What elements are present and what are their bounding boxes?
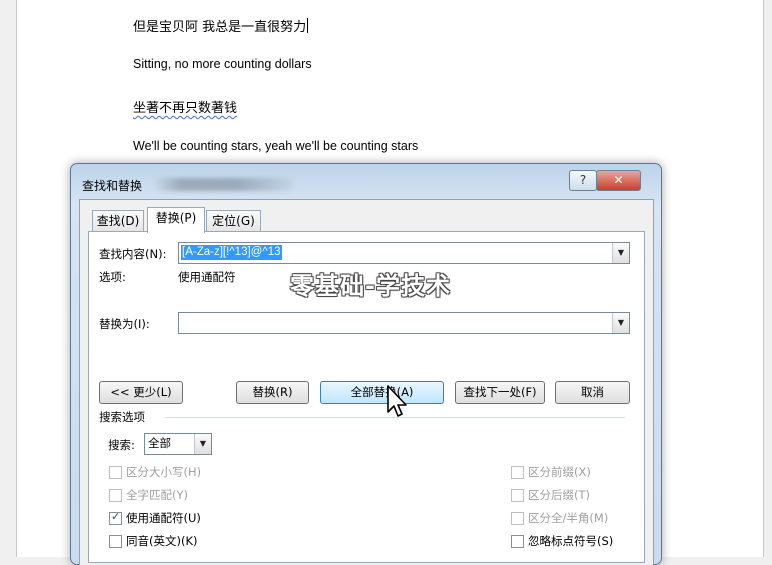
dialog-title: 查找和替换: [82, 179, 143, 193]
help-button[interactable]: ?: [569, 170, 597, 191]
match-width-checkbox[interactable]: [511, 512, 524, 525]
text-caret: [307, 18, 309, 33]
doc-line-4[interactable]: We'll be counting stars, yeah we'll be c…: [133, 139, 418, 153]
cancel-button[interactable]: 取消: [555, 381, 630, 404]
replace-all-button[interactable]: 全部替换(A): [320, 381, 444, 404]
dialog-client-area: 查找(D) 替换(P) 定位(G) 查找内容(N): [A-Za-z][!^13…: [79, 199, 654, 565]
options-value: 使用通配符: [178, 270, 236, 284]
chevron-down-icon[interactable]: ▼: [612, 243, 629, 263]
match-prefix-checkbox[interactable]: [511, 466, 524, 479]
find-replace-dialog: 查找和替换 ? ✕ 查找(D) 替换(P) 定位(G) 查找内容(N): [A-…: [70, 163, 662, 565]
find-what-combo[interactable]: [A-Za-z][!^13]@^13 ▼: [178, 242, 630, 264]
replace-with-combo[interactable]: ▼: [178, 312, 630, 334]
less-button[interactable]: << 更少(L): [99, 381, 183, 404]
chevron-down-icon[interactable]: ▼: [612, 313, 629, 333]
match-width-label: 区分全/半角(M): [528, 511, 609, 525]
doc-line-1[interactable]: 但是宝贝阿 我总是一直很努力: [133, 16, 309, 35]
blurred-title-region: [153, 178, 293, 191]
whole-word-checkbox[interactable]: [109, 489, 122, 502]
doc-line-3-text: 坐著不再只数著钱: [133, 101, 238, 116]
find-next-button[interactable]: 查找下一处(F): [455, 381, 545, 404]
doc-line-1-text: 但是宝贝阿 我总是一直很努力: [133, 20, 307, 35]
sounds-like-checkbox[interactable]: [109, 535, 122, 548]
chevron-down-icon[interactable]: ▼: [194, 434, 211, 454]
tab-replace[interactable]: 替换(P): [147, 207, 205, 233]
match-suffix-checkbox[interactable]: [511, 489, 524, 502]
match-case-label: 区分大小写(H): [126, 465, 202, 479]
tab-find[interactable]: 查找(D): [92, 210, 144, 232]
match-suffix-label: 区分后缀(T): [528, 488, 590, 502]
use-wildcards-checkbox[interactable]: ✓: [109, 510, 122, 525]
ignore-punctuation-label: 忽略标点符号(S): [528, 534, 614, 548]
replace-with-value[interactable]: [181, 315, 183, 330]
find-what-label: 查找内容(N):: [99, 247, 167, 261]
search-direction-select[interactable]: 全部 ▼: [144, 433, 212, 455]
search-direction-value: 全部: [148, 436, 171, 450]
search-options-title: 搜索选项: [99, 410, 145, 424]
whole-word-label: 全字匹配(Y): [126, 488, 188, 502]
ignore-punctuation-checkbox[interactable]: [511, 535, 524, 548]
dialog-titlebar[interactable]: 查找和替换 ? ✕: [71, 164, 661, 196]
sounds-like-label: 同音(英文)(K): [126, 534, 198, 548]
tab-goto[interactable]: 定位(G): [206, 210, 261, 232]
match-case-checkbox[interactable]: [109, 466, 122, 479]
close-button[interactable]: ✕: [596, 170, 641, 191]
mouse-pointer-icon: [387, 385, 407, 417]
checkmark-icon: ✓: [111, 510, 121, 523]
doc-line-3[interactable]: 坐著不再只数著钱: [133, 97, 237, 116]
match-prefix-label: 区分前缀(X): [528, 465, 591, 479]
doc-line-2[interactable]: Sitting, no more counting dollars: [133, 57, 312, 71]
find-what-value[interactable]: [A-Za-z][!^13]@^13: [181, 245, 282, 260]
replace-button[interactable]: 替换(R): [236, 381, 309, 404]
options-label: 选项:: [99, 270, 126, 284]
use-wildcards-label: 使用通配符(U): [126, 511, 201, 525]
watermark-text: 零基础-学技术: [290, 272, 451, 300]
replace-with-label: 替换为(I):: [99, 317, 150, 331]
search-label: 搜索:: [108, 438, 135, 452]
